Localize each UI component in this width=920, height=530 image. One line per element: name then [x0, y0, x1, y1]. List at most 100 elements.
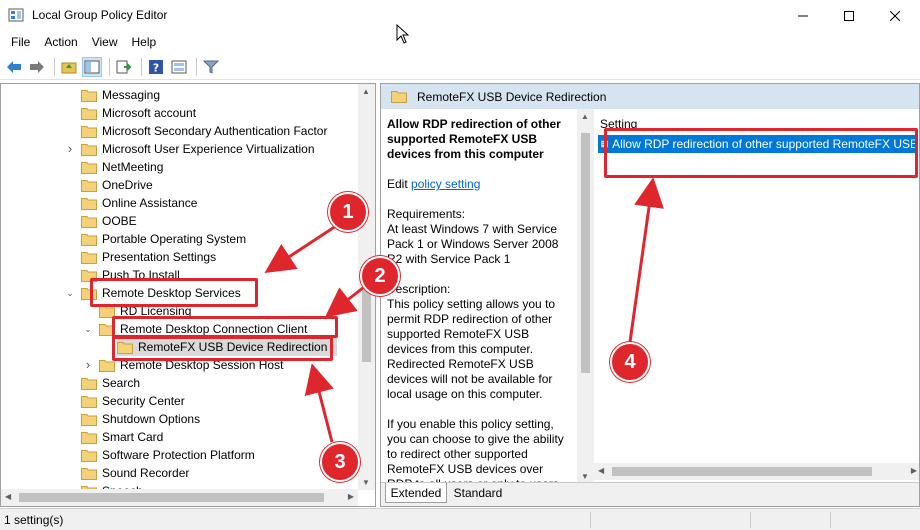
scroll-up-icon[interactable]: ▲ [581, 112, 589, 121]
tab-standard[interactable]: Standard [449, 483, 507, 503]
minimize-button[interactable] [780, 0, 826, 31]
tree-item[interactable]: Microsoft account [81, 104, 196, 122]
tree-item[interactable]: OneDrive [81, 176, 153, 194]
tree-vertical-scroll-thumb[interactable] [362, 272, 371, 362]
back-button[interactable] [4, 57, 24, 77]
tree-item-label: Online Assistance [102, 196, 198, 210]
close-icon [890, 10, 900, 21]
tree-item[interactable]: Shutdown Options [81, 410, 200, 428]
chevron-right-icon[interactable]: › [83, 358, 93, 371]
menu-view[interactable]: View [85, 33, 125, 51]
close-button[interactable] [872, 0, 918, 31]
tree-item[interactable]: Software Protection Platform [81, 446, 255, 464]
tab-extended[interactable]: Extended [385, 483, 447, 503]
folder-icon [81, 215, 97, 228]
tree-item[interactable]: RemoteFX USB Device Redirection [117, 338, 338, 356]
folder-icon [99, 323, 115, 336]
chevron-down-icon[interactable]: ⌄ [83, 324, 93, 334]
tree-item[interactable]: Messaging [81, 86, 160, 104]
properties-button[interactable] [169, 57, 189, 77]
settings-horizontal-scrollbar[interactable]: ◀ ▶ [594, 463, 919, 480]
description-scroll-thumb[interactable] [581, 133, 590, 373]
tree-item[interactable]: Online Assistance [81, 194, 197, 212]
status-divider [590, 512, 591, 528]
folder-icon [81, 125, 97, 138]
tree-item-label: Remote Desktop Connection Client [120, 322, 308, 336]
tree-item[interactable]: › Remote Desktop Session Host [86, 356, 284, 374]
chevron-down-icon[interactable]: ⌄ [65, 288, 75, 298]
tree-item[interactable]: Search [81, 374, 140, 392]
scroll-up-icon[interactable]: ▲ [362, 87, 370, 96]
tree-item[interactable]: ⌄ Remote Desktop Connection Client [84, 320, 308, 338]
tree-item[interactable]: Smart Card [81, 428, 163, 446]
scroll-right-icon[interactable]: ▶ [348, 492, 354, 501]
tree-item-label: OOBE [102, 214, 137, 228]
status-bar: 1 setting(s) [0, 508, 920, 530]
menu-help[interactable]: Help [125, 33, 164, 51]
tree-item[interactable]: NetMeeting [81, 158, 163, 176]
setting-row-allow-rdp-redirection[interactable]: Allow RDP redirection of other supported… [598, 135, 918, 153]
folder-icon [81, 449, 97, 462]
description-text: This policy setting allows you to permit… [387, 297, 556, 401]
tree-item-label: NetMeeting [102, 160, 164, 174]
scroll-left-icon[interactable]: ◀ [598, 466, 604, 475]
tree-item[interactable]: Portable Operating System [81, 230, 246, 248]
folder-icon [81, 233, 97, 246]
toolbar: ? [0, 54, 920, 80]
tree-item[interactable]: OOBE [81, 212, 137, 230]
up-folder-icon [61, 62, 77, 73]
edit-policy-link[interactable]: policy setting [411, 177, 480, 191]
requirements-text: At least Windows 7 with Service Pack 1 o… [387, 222, 559, 266]
tree-horizontal-scrollbar[interactable]: ◀ ▶ [1, 489, 358, 506]
folder-icon [81, 107, 97, 120]
tree-item[interactable]: › Microsoft User Experience Virtualizatio… [68, 140, 315, 158]
filter-button[interactable] [201, 57, 221, 77]
folder-icon [99, 359, 115, 372]
settings-pane-header: RemoteFX USB Device Redirection [381, 84, 919, 109]
forward-button[interactable] [27, 57, 47, 77]
forward-icon [30, 60, 44, 73]
toolbar-separator [141, 57, 142, 76]
setting-column-header[interactable]: Setting [600, 117, 637, 131]
toolbar-separator [54, 57, 55, 76]
menu-action[interactable]: Action [37, 33, 84, 51]
group-policy-app-icon [8, 8, 24, 22]
tree-item-label: Smart Card [102, 430, 164, 444]
description-scrollbar[interactable]: ▲ ▼ [577, 109, 594, 484]
settings-pane: RemoteFX USB Device Redirection Allow RD… [380, 83, 920, 507]
window-title: Local Group Policy Editor [32, 8, 168, 22]
scroll-down-icon[interactable]: ▼ [362, 478, 370, 487]
tree-item[interactable]: Presentation Settings [81, 248, 216, 266]
folder-icon [81, 143, 97, 156]
tree-item[interactable]: Sound Recorder [81, 464, 189, 482]
back-icon [7, 60, 21, 73]
maximize-button[interactable] [826, 0, 872, 31]
export-list-button[interactable] [114, 57, 134, 77]
help-button[interactable]: ? [146, 57, 166, 77]
folder-icon [81, 89, 97, 102]
show-hide-tree-button[interactable] [82, 56, 102, 77]
tree-item[interactable]: RD Licensing [99, 302, 191, 320]
tree-horizontal-scroll-thumb[interactable] [19, 493, 324, 502]
setting-name: Allow RDP redirection of other supported… [612, 137, 918, 151]
view-tabs: Extended Standard [381, 482, 919, 506]
tree-item-label: Messaging [102, 88, 161, 102]
tree-item[interactable]: Security Center [81, 392, 185, 410]
folder-icon [81, 197, 97, 210]
tree-item-label: Presentation Settings [102, 250, 217, 264]
tree-item-label: Microsoft User Experience Virtualization [102, 142, 315, 156]
tree-vertical-scrollbar[interactable]: ▲ ▼ [358, 84, 375, 490]
settings-horizontal-scroll-thumb[interactable] [612, 467, 872, 476]
tree-item-label: Remote Desktop Session Host [120, 358, 284, 372]
folder-icon [391, 91, 407, 103]
tree-item[interactable]: ⌄ Remote Desktop Services [66, 284, 241, 302]
up-folder-button[interactable] [59, 57, 79, 77]
tree-item[interactable]: Microsoft Secondary Authentication Facto… [81, 122, 327, 140]
scroll-down-icon[interactable]: ▼ [581, 472, 589, 481]
tree-item[interactable]: Push To Install [81, 266, 180, 284]
scroll-right-icon[interactable]: ▶ [911, 466, 917, 475]
menu-file[interactable]: File [4, 33, 37, 51]
folder-icon [81, 251, 97, 264]
chevron-right-icon[interactable]: › [65, 142, 75, 155]
scroll-left-icon[interactable]: ◀ [5, 492, 11, 501]
